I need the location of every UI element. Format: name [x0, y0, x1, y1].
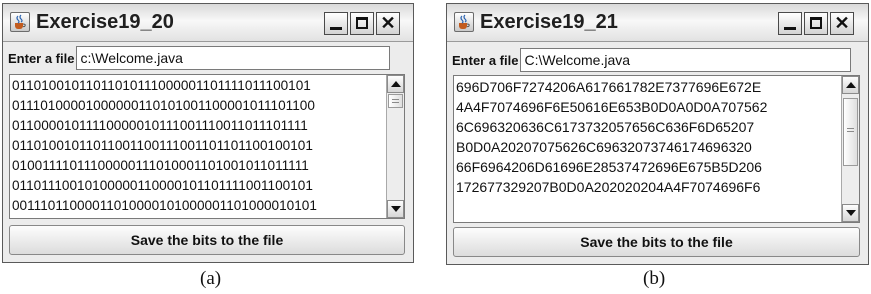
minimize-icon: [330, 27, 342, 30]
text-line: 6C696320636C6173732057656C636F6D65207: [456, 119, 755, 135]
close-button[interactable]: ✕: [830, 12, 854, 35]
title-bar[interactable]: Exercise19_21 ✕: [447, 4, 868, 42]
text-line: 172677329207B0D0A202020204A4F7074696F6: [456, 179, 761, 195]
minimize-icon: [784, 27, 796, 30]
java-cup-icon[interactable]: [454, 12, 474, 32]
arrow-down-icon: [846, 210, 856, 216]
hex-text-area[interactable]: 696D706F7274206A617661782E7377696E672E 4…: [453, 75, 860, 223]
window-title: Exercise19_20: [36, 11, 174, 33]
text-line: 0110100101101100110011100110110110010010…: [12, 138, 313, 153]
text-line: 0011101100001101000010100000110100001010…: [12, 198, 317, 213]
scroll-thumb[interactable]: [843, 98, 858, 166]
close-button[interactable]: ✕: [376, 12, 400, 35]
bits-text-area[interactable]: 0110100101101101011100000110111101110010…: [9, 74, 405, 219]
text-line: 4A4F7074696F6E50616E653B0D0A0D0A707562: [456, 99, 768, 115]
vertical-scrollbar[interactable]: [841, 76, 859, 222]
caption-a: (a): [200, 268, 222, 289]
scroll-thumb[interactable]: [388, 94, 403, 108]
window-controls: ✕: [778, 12, 854, 35]
text-line: 0110000101111000001011100111001101110111…: [12, 118, 308, 133]
text-lines: 0110100101101101011100000110111101110010…: [12, 76, 384, 216]
scroll-up-button[interactable]: [387, 75, 404, 93]
text-line: 0110100101101101011100000110111101110010…: [12, 78, 311, 93]
grip-line: [847, 131, 854, 132]
text-lines: 696D706F7274206A617661782E7377696E672E 4…: [456, 77, 839, 197]
save-bits-button[interactable]: Save the bits to the file: [9, 225, 405, 255]
arrow-up-icon: [391, 81, 401, 87]
scroll-down-button[interactable]: [842, 204, 859, 222]
vertical-scrollbar[interactable]: [386, 75, 404, 218]
file-input[interactable]: [76, 46, 391, 70]
maximize-icon: [810, 17, 822, 29]
save-bits-button[interactable]: Save the bits to the file: [453, 227, 860, 257]
scroll-up-button[interactable]: [842, 76, 859, 94]
window-exercise19-20: Exercise19_20 ✕ Enter a file 01101001011…: [2, 3, 414, 263]
caption-b: (b): [643, 268, 666, 289]
minimize-button[interactable]: [324, 12, 348, 35]
grip-line: [847, 128, 854, 129]
window-controls: ✕: [324, 12, 400, 35]
maximize-button[interactable]: [350, 12, 374, 35]
file-label: Enter a file: [8, 50, 75, 66]
file-row: Enter a file: [452, 48, 852, 72]
scroll-down-button[interactable]: [387, 200, 404, 218]
window-title: Exercise19_21: [480, 11, 618, 33]
text-line: 696D706F7274206A617661782E7377696E672E: [456, 79, 762, 95]
grip-line: [392, 102, 399, 103]
maximize-icon: [356, 17, 368, 29]
text-line: 0110111001010000011000010110111100110010…: [12, 178, 313, 193]
close-icon: ✕: [834, 13, 850, 33]
title-bar[interactable]: Exercise19_20 ✕: [3, 4, 413, 42]
maximize-button[interactable]: [804, 12, 828, 35]
window-exercise19-21: Exercise19_21 ✕ Enter a file 696D706F727…: [446, 3, 869, 265]
file-row: Enter a file: [8, 46, 391, 70]
arrow-up-icon: [846, 82, 856, 88]
text-line: 66F6964206D61696E28537472696E675B5D206: [456, 159, 762, 175]
file-input[interactable]: [520, 48, 852, 72]
close-icon: ✕: [380, 13, 396, 33]
text-line: B0D0A20207075626C69632073746174696320: [456, 139, 752, 155]
minimize-button[interactable]: [778, 12, 802, 35]
file-label: Enter a file: [452, 52, 519, 68]
grip-line: [392, 99, 399, 100]
text-line: 0111010000100000011010100110000101110110…: [12, 98, 315, 113]
arrow-down-icon: [391, 206, 401, 212]
text-line: 0100111101110000011101000110100101101111…: [12, 158, 309, 173]
java-cup-icon[interactable]: [10, 12, 30, 32]
